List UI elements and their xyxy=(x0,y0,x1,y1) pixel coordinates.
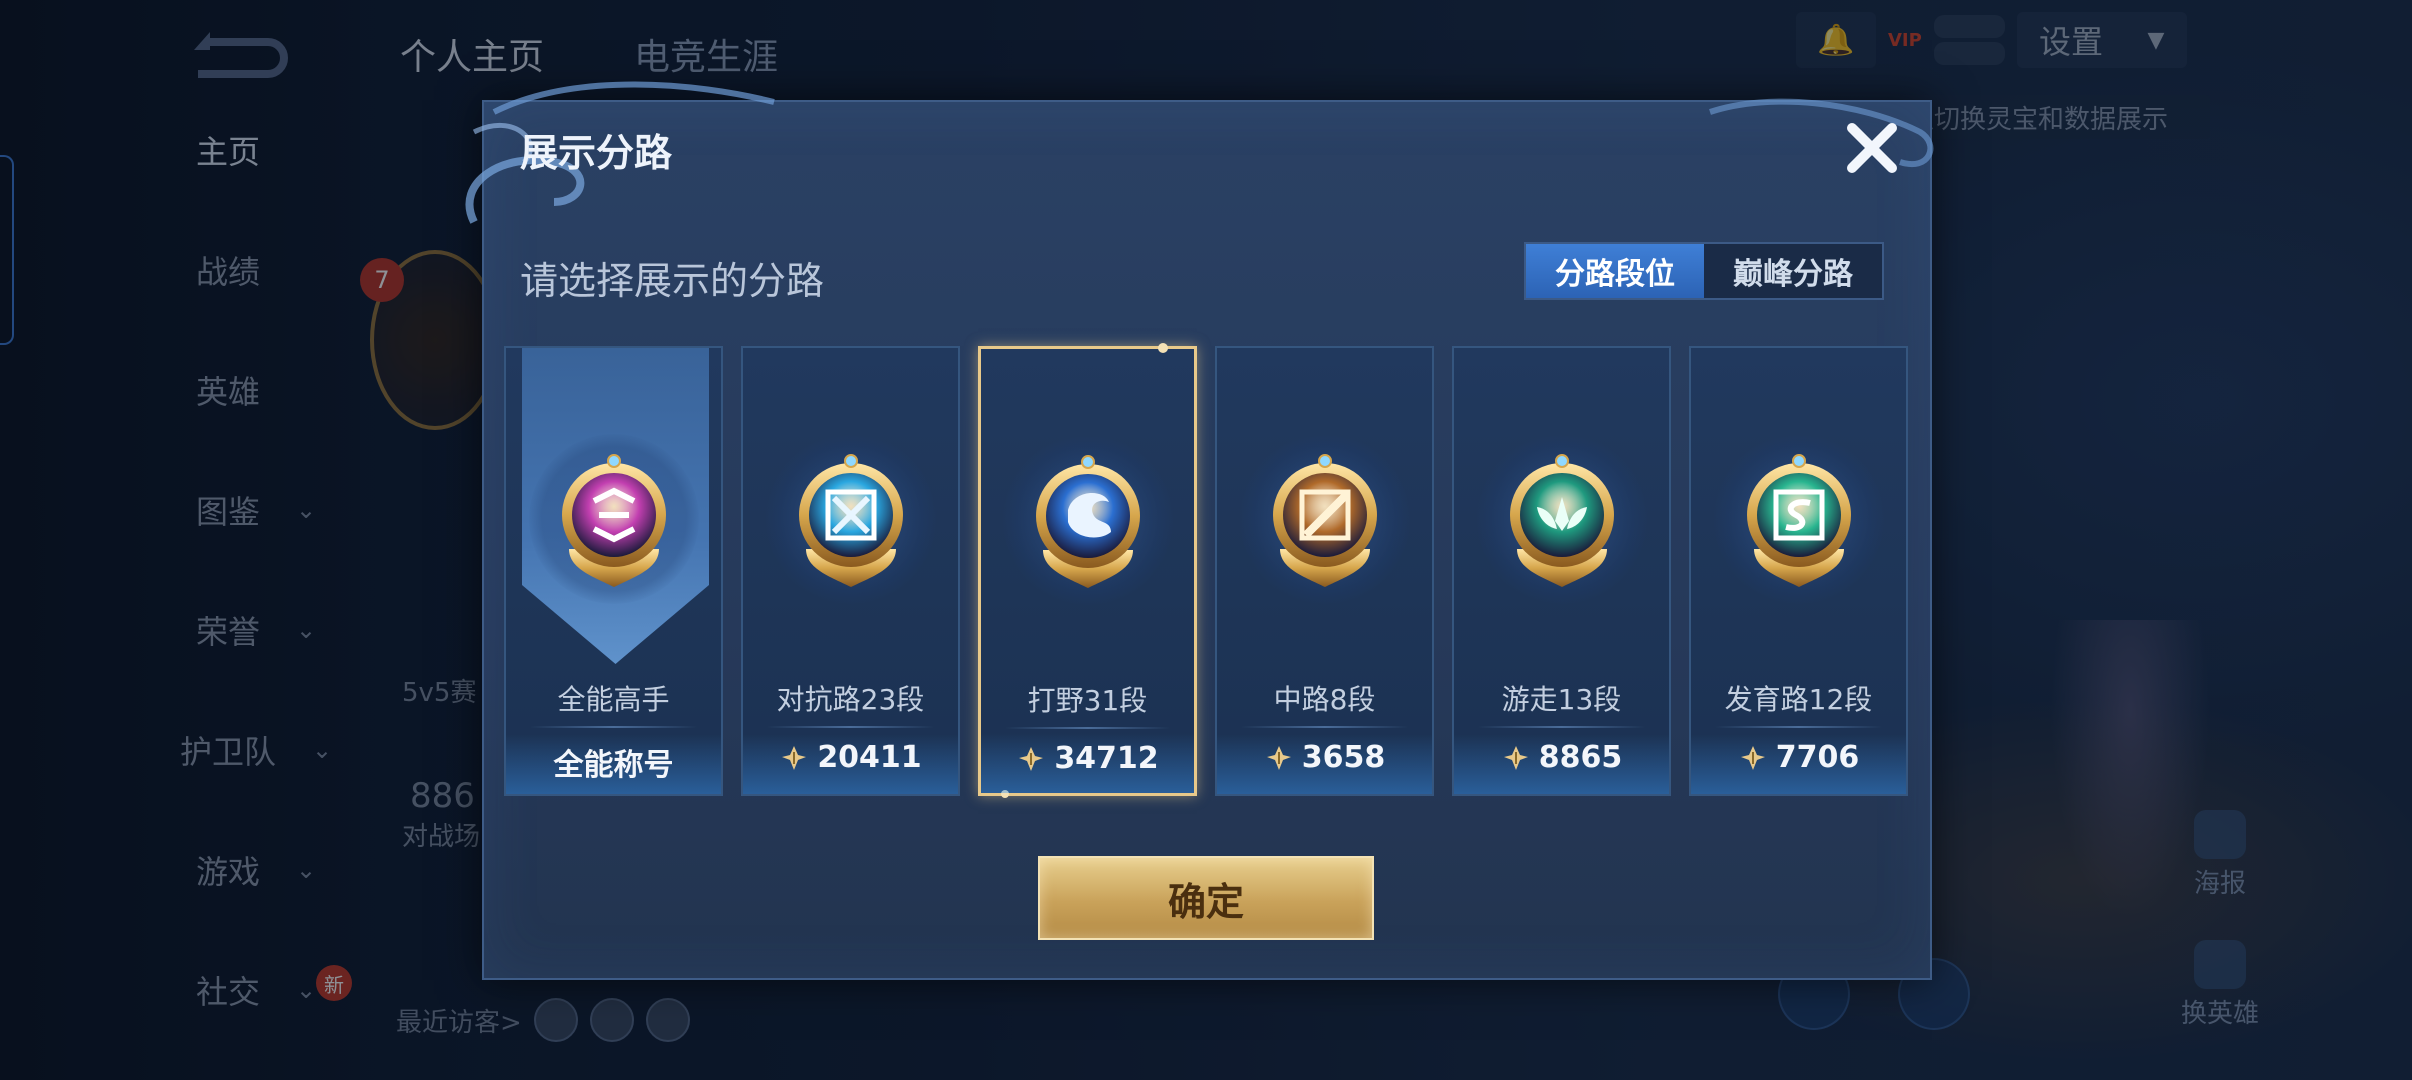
card-divider xyxy=(1005,727,1170,729)
jungle-emblem-icon xyxy=(1002,435,1173,605)
confirm-button[interactable]: 确定 xyxy=(1038,856,1374,940)
lane-card-label: 全能高手 xyxy=(557,683,670,716)
mid-lane-emblem-icon xyxy=(1239,434,1410,604)
lane-card-value: 全能称号 xyxy=(553,748,674,783)
lane-card-value: 34712 xyxy=(1054,741,1159,776)
card-divider xyxy=(1241,726,1408,728)
rank-points-icon xyxy=(1019,746,1044,771)
rank-points-icon xyxy=(1740,745,1765,770)
lane-card[interactable]: 发育路12段 7706 xyxy=(1689,346,1908,796)
lane-card-label: 游走13段 xyxy=(1501,683,1622,716)
lane-card-value: 20411 xyxy=(817,740,922,775)
lane-card-label: 打野31段 xyxy=(1027,684,1148,717)
lane-card-score: 34712 xyxy=(981,741,1194,776)
lane-card-score: 7706 xyxy=(1691,740,1906,775)
card-divider xyxy=(1715,726,1882,728)
rank-points-icon xyxy=(782,745,807,770)
rank-points-icon xyxy=(1266,745,1291,770)
lane-card[interactable]: 游走13段 8865 xyxy=(1452,346,1671,796)
all-round-emblem-icon xyxy=(528,434,699,604)
corner-sparkle xyxy=(1158,343,1168,353)
lane-card[interactable]: 打野31段 34712 xyxy=(978,343,1197,798)
farm-lane-emblem-icon xyxy=(1713,434,1884,604)
close-button[interactable] xyxy=(1836,112,1908,184)
dialog-subtitle: 请选择展示的分路 xyxy=(520,259,825,303)
card-divider xyxy=(1478,726,1645,728)
decorative-swirl xyxy=(1709,98,1934,167)
lane-card-score: 20411 xyxy=(743,740,958,775)
toggle-lane-rank[interactable]: 分路段位 xyxy=(1526,244,1704,298)
lane-card-score: 8865 xyxy=(1454,740,1669,775)
card-divider xyxy=(767,726,934,728)
lane-card[interactable]: 中路8段 3658 xyxy=(1215,346,1434,796)
display-mode-toggle: 分路段位 巅峰分路 xyxy=(1524,242,1884,300)
lane-card-value: 7706 xyxy=(1775,740,1860,775)
lane-card[interactable]: 全能高手 全能称号 xyxy=(504,346,723,796)
lane-cards: 全能高手全能称号 对抗路23段 20411 打野31段 34712 中路8段 3658 xyxy=(504,343,1908,798)
lane-display-dialog: 展示分路 请选择展示的分路 分路段位 巅峰分路 全能高手全能称号 对抗路23段 2… xyxy=(465,81,1934,980)
lane-card-label: 中路8段 xyxy=(1273,683,1376,716)
lane-card-value: 3658 xyxy=(1301,740,1386,775)
rank-points-icon xyxy=(1503,745,1528,770)
lane-card-value: 8865 xyxy=(1538,740,1623,775)
clash-lane-emblem-icon xyxy=(765,434,936,604)
lane-card-label: 对抗路23段 xyxy=(776,683,925,716)
lane-card-score: 全能称号 xyxy=(506,740,721,784)
card-divider xyxy=(530,726,697,728)
lane-card-label: 发育路12段 xyxy=(1724,683,1873,716)
roam-emblem-icon xyxy=(1476,434,1647,604)
dialog-title: 展示分路 xyxy=(520,131,673,175)
toggle-peak-lane[interactable]: 巅峰分路 xyxy=(1704,244,1882,298)
lane-card[interactable]: 对抗路23段 20411 xyxy=(741,346,960,796)
lane-card-score: 3658 xyxy=(1217,740,1432,775)
close-icon xyxy=(1847,123,1897,173)
